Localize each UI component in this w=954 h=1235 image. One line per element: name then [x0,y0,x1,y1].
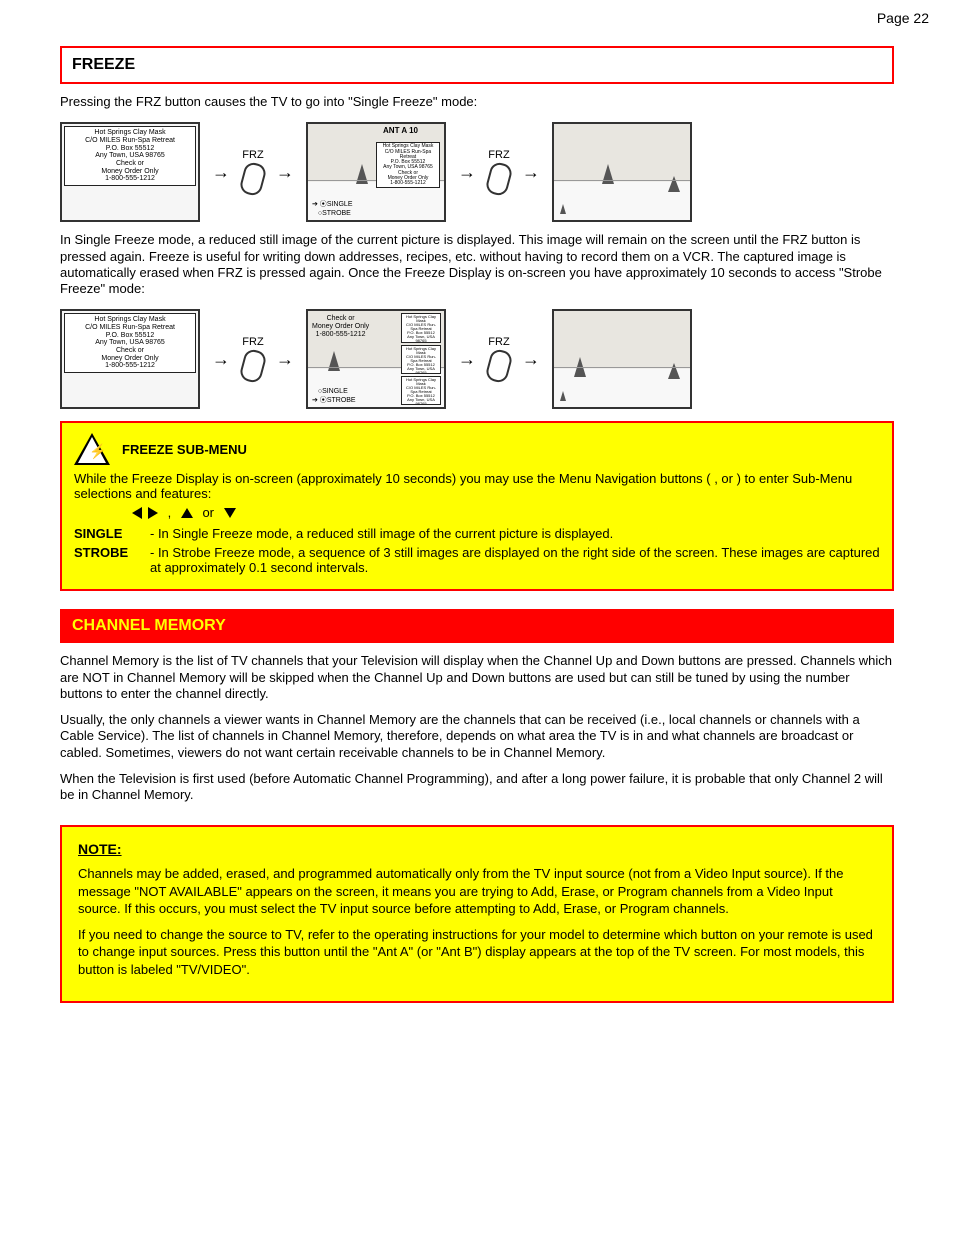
tree-icon [356,164,368,184]
arrow-right-icon: → [212,163,230,181]
frz-label: FRZ [242,336,263,348]
note-p2: If you need to change the source to TV, … [78,926,876,979]
tree-icon [328,351,340,371]
freeze-mode-selector: ○SINGLE ➔ ⦿STROBE [312,388,356,405]
diagram-single-freeze: Hot Springs Clay Mask C/O MILES Run-Spa … [60,122,894,222]
arrow-right-icon: → [212,350,230,368]
tree-icon [560,204,566,214]
arrow-right-icon: → [276,350,294,368]
note-p1: Channels may be added, erased, and progr… [78,865,876,918]
freeze-intro: Pressing the FRZ button causes the TV to… [60,94,894,110]
tv-frame-ad: Hot Springs Clay Mask C/O MILES Run-Spa … [60,309,200,409]
nav-down-icon [224,508,236,518]
channel-memory-p1: Channel Memory is the list of TV channel… [60,653,894,702]
nav-right-icon [148,507,158,519]
tv-frame-scene [552,309,692,409]
tv-frame-ad: Hot Springs Clay Mask C/O MILES Run-Spa … [60,122,200,222]
note-box: NOTE: Channels may be added, erased, and… [60,825,894,1002]
freeze-submenu-box: ⚡ FREEZE SUB-MENU While the Freeze Displ… [60,421,894,591]
freeze-mode-selector: ➔ ⦿SINGLE ○STROBE [312,201,353,218]
arrow-right-icon: → [458,350,476,368]
strobe-overlay-text: Check or Money Order Only 1-800-555-1212 [312,315,369,338]
page-number: Page 22 [877,10,929,26]
frz-button: FRZ [242,149,264,195]
remote-button-icon [238,348,268,385]
frz-label: FRZ [242,149,263,161]
arrow-right-icon: → [458,163,476,181]
tree-icon [668,363,680,379]
nav-up-icon [181,508,193,518]
remote-button-icon [484,348,514,385]
section-channel-memory-title: CHANNEL MEMORY [60,609,894,643]
submenu-intro: While the Freeze Display is on-screen (a… [74,471,852,501]
diagram-strobe-freeze: Hot Springs Clay Mask C/O MILES Run-Spa … [60,309,894,409]
channel-memory-p3: When the Television is first used (befor… [60,771,894,804]
section-freeze-title: FREEZE [60,46,894,84]
tree-icon [602,164,614,184]
submenu-option-strobe: STROBE - In Strobe Freeze mode, a sequen… [74,545,880,575]
tv-frame-strobe-freeze: Check or Money Order Only 1-800-555-1212… [306,309,446,409]
tv-frame-single-freeze: ANT A 10 Hot Springs Clay Mask C/O MILES… [306,122,446,222]
channel-memory-p2: Usually, the only channels a viewer want… [60,712,894,761]
tree-icon [560,391,566,401]
nav-left-icon [132,507,142,519]
strobe-strip: Hot Springs Clay Mask C/O MILES Run-Spa … [401,313,441,405]
arrow-right-icon: → [276,163,294,181]
arrow-right-icon: → [522,350,540,368]
lightning-icon: ⚡ [89,443,106,460]
ad-text-box: Hot Springs Clay Mask C/O MILES Run-Spa … [64,313,196,373]
warning-icon: ⚡ [74,433,110,465]
submenu-title: FREEZE SUB-MENU [122,442,247,457]
frz-button: FRZ [242,336,264,382]
frz-label: FRZ [488,336,509,348]
ad-text-box: Hot Springs Clay Mask C/O MILES Run-Spa … [64,126,196,186]
tree-icon [668,176,680,192]
remote-button-icon [238,161,268,198]
frz-button: FRZ [488,336,510,382]
submenu-option-single: SINGLE - In Single Freeze mode, a reduce… [74,526,880,541]
freeze-inset: Hot Springs Clay Mask C/O MILES Run-Spa … [376,142,440,188]
note-title: NOTE: [78,841,876,857]
frz-button: FRZ [488,149,510,195]
antenna-label: ANT A 10 [383,126,418,135]
frz-label: FRZ [488,149,509,161]
arrow-right-icon: → [522,163,540,181]
remote-button-icon [484,161,514,198]
tv-frame-scene [552,122,692,222]
freeze-description: In Single Freeze mode, a reduced still i… [60,232,894,297]
